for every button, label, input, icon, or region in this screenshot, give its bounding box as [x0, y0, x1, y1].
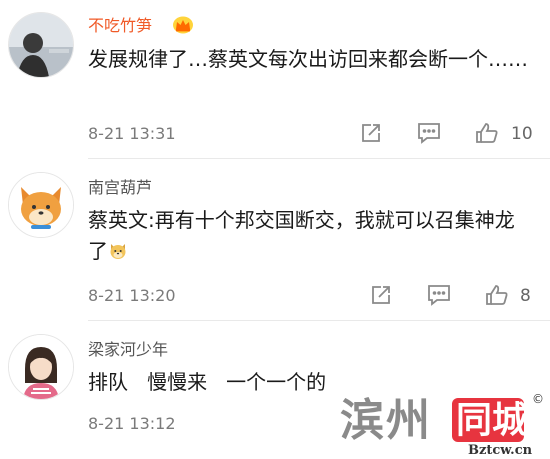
- watermark-text: 滨州: [340, 395, 432, 446]
- share-icon[interactable]: [368, 282, 394, 308]
- timestamp: 8-21 13:20: [88, 286, 176, 305]
- divider: [88, 320, 550, 321]
- comment-text-content: 蔡英文:再有十个邦交国断交，我就可以召集神龙了: [88, 208, 515, 263]
- avatar[interactable]: [8, 12, 74, 78]
- watermark-badge-text: 同城: [456, 399, 529, 441]
- comment-text: 发展规律了…蔡英文每次出访回来都会断一个……: [88, 47, 528, 71]
- thumbs-up-icon[interactable]: [484, 282, 510, 308]
- comment-item: 不吃竹笋 发展规律了…蔡英文每次出访回来都会断一个…… 8-21 13:31 1…: [0, 0, 550, 159]
- comment-icon[interactable]: [426, 282, 452, 308]
- username[interactable]: 梁家河少年: [88, 340, 168, 360]
- comment-text: 蔡英文:再有十个邦交国断交，我就可以召集神龙了: [88, 205, 528, 267]
- share-icon[interactable]: [358, 120, 384, 146]
- watermark-domain: Bztcw.cn: [468, 443, 533, 458]
- comment-item: 南宫葫芦 蔡英文:再有十个邦交国断交，我就可以召集神龙了 8-21 13:20 …: [0, 160, 550, 321]
- like-count: 8: [520, 286, 531, 306]
- username[interactable]: 南宫葫芦: [88, 178, 152, 198]
- timestamp: 8-21 13:31: [88, 124, 176, 143]
- doge-emoji-icon: [108, 239, 128, 259]
- divider: [88, 158, 550, 159]
- copyright-mark: ©: [532, 392, 544, 406]
- avatar[interactable]: [8, 334, 74, 400]
- watermark-logo: 滨州 同城 Bztcw.cn ©: [340, 392, 550, 459]
- like-count: 10: [511, 124, 533, 144]
- thumbs-up-icon[interactable]: [474, 120, 500, 146]
- comment-icon[interactable]: [416, 120, 442, 146]
- vip-crown-icon: [172, 16, 194, 34]
- username[interactable]: 不吃竹笋: [88, 16, 152, 36]
- avatar[interactable]: [8, 172, 74, 238]
- timestamp: 8-21 13:12: [88, 414, 176, 433]
